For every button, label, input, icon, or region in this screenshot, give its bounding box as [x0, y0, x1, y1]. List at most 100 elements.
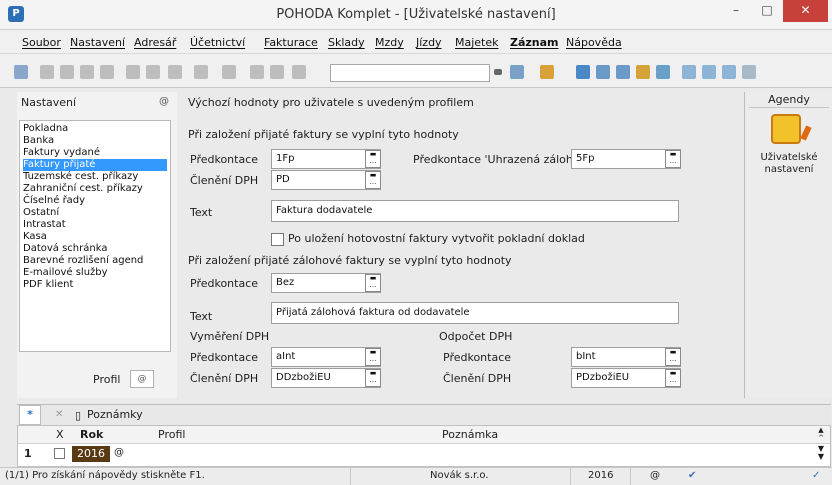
list-icon[interactable]: [702, 65, 716, 79]
cleneni-picker-icon[interactable]: ▬...: [365, 171, 381, 189]
menu-fakturace[interactable]: Fakturace: [264, 36, 318, 49]
row-checkbox[interactable]: [54, 448, 65, 459]
maximize-button[interactable]: □: [752, 0, 782, 22]
barcode-icon[interactable]: [656, 65, 670, 79]
zal-predkontace-picker-icon[interactable]: ▬...: [365, 274, 381, 292]
odpocet-heading: Odpočet DPH: [439, 330, 513, 343]
calc-icon[interactable]: [616, 65, 630, 79]
window-icon[interactable]: [682, 65, 696, 79]
hotovost-checkbox[interactable]: [271, 233, 284, 246]
mail-icon[interactable]: [100, 65, 114, 79]
menu-sklady[interactable]: Sklady: [328, 36, 365, 49]
status-separator: [350, 468, 351, 485]
settings-panel: Nastavení @ Pokladna Banka Faktury vydan…: [17, 92, 177, 398]
save-all-icon[interactable]: [270, 65, 284, 79]
menu-majetek[interactable]: Majetek: [455, 36, 499, 49]
odp-predkontace-label: Předkontace: [443, 351, 512, 364]
filter-icon[interactable]: [510, 65, 524, 79]
status-year: 2016: [588, 470, 614, 481]
open-icon[interactable]: [14, 65, 28, 79]
scroll-up-icon[interactable]: ▲ ^: [814, 426, 828, 442]
table-header: X Rok Profil Poznámka ▲ ^: [18, 426, 830, 444]
settings-item-kasa[interactable]: Kasa: [23, 231, 167, 243]
menu-napoveda[interactable]: Nápověda: [566, 36, 622, 49]
odp-cleneni-picker-icon[interactable]: ▬...: [665, 369, 681, 387]
settings-item-pokladna[interactable]: Pokladna: [23, 123, 167, 135]
status-separator: [570, 468, 571, 485]
menu-nastaveni[interactable]: Nastavení: [70, 36, 125, 49]
help-icon[interactable]: [126, 65, 140, 79]
table-row[interactable]: 1 2016 @ ▼ ▼: [18, 445, 830, 463]
col-rok[interactable]: Rok: [80, 428, 103, 441]
menu-adresar[interactable]: Adresář: [134, 36, 176, 49]
settings-icon[interactable]: [742, 65, 756, 79]
export-icon[interactable]: [80, 65, 94, 79]
settings-item-banka[interactable]: Banka: [23, 135, 167, 147]
settings-item-barevne[interactable]: Barevné rozlišení agend: [23, 255, 167, 267]
col-x[interactable]: X: [56, 428, 64, 441]
settings-list: Pokladna Banka Faktury vydané Faktury př…: [19, 120, 171, 352]
settings-item-emailove[interactable]: E-mailové služby: [23, 267, 167, 279]
vym-predkontace-picker-icon[interactable]: ▬...: [365, 348, 381, 366]
layout-icon[interactable]: [722, 65, 736, 79]
status-at: @: [650, 470, 660, 481]
new-icon[interactable]: [222, 65, 236, 79]
zal-text-input[interactable]: Přijatá zálohová faktura od dodavatele: [271, 302, 679, 324]
cleneni-label: Členění DPH: [190, 174, 259, 187]
settings-item-faktury-vydane[interactable]: Faktury vydané: [23, 147, 167, 159]
menu-mzdy[interactable]: Mzdy: [375, 36, 404, 49]
minimize-button[interactable]: –: [721, 0, 751, 22]
settings-item-intrastat[interactable]: Intrastat: [23, 219, 167, 231]
diamond-icon[interactable]: [576, 65, 590, 79]
print-icon[interactable]: [40, 65, 54, 79]
user-settings-icon[interactable]: [771, 114, 801, 144]
folder-icon[interactable]: [540, 65, 554, 79]
agendy-item-user-settings[interactable]: Uživatelské nastavení: [751, 152, 827, 176]
settings-item-ostatni[interactable]: Ostatní: [23, 207, 167, 219]
uhrazena-picker-icon[interactable]: ▬...: [665, 150, 681, 168]
save-icon[interactable]: [250, 65, 264, 79]
tab-poznamky[interactable]: Poznámky: [87, 408, 143, 421]
vym-cleneni-picker-icon[interactable]: ▬...: [365, 369, 381, 387]
prev-icon[interactable]: [168, 65, 182, 79]
settings-item-datova-schranka[interactable]: Datová schránka: [23, 243, 167, 255]
zal-text-label: Text: [190, 310, 213, 323]
menu-jizdy[interactable]: Jízdy: [416, 36, 442, 49]
settings-item-tuzemske[interactable]: Tuzemské cest. příkazy: [23, 171, 167, 183]
note-icon: ▯: [75, 409, 82, 422]
back-icon[interactable]: [194, 65, 208, 79]
predkontace-picker-icon[interactable]: ▬...: [365, 150, 381, 168]
chart-icon[interactable]: ✕: [55, 409, 67, 421]
vymereni-heading: Vyměření DPH: [190, 330, 270, 343]
edit-icon[interactable]: [146, 65, 160, 79]
close-button[interactable]: ✕: [783, 0, 828, 22]
col-profil[interactable]: Profil: [158, 428, 185, 441]
profil-button[interactable]: @: [130, 370, 154, 388]
settings-item-ciselne-rady[interactable]: Číselné řady: [23, 195, 167, 207]
menu-soubor[interactable]: Soubor: [22, 36, 61, 49]
menu-ucetnictvi[interactable]: Účetnictví: [190, 36, 245, 49]
col-poznamka[interactable]: Poznámka: [442, 428, 498, 441]
quick-search-input[interactable]: [330, 64, 490, 82]
menu-bar: Soubor Nastavení Adresář Účetnictví Fakt…: [0, 30, 832, 54]
menu-zaznam[interactable]: Záznam: [510, 36, 559, 49]
status-ok-icon[interactable]: ✓: [812, 470, 820, 481]
dropdown-arrow-icon[interactable]: [494, 69, 502, 75]
row-rok[interactable]: 2016: [72, 446, 110, 462]
odp-predkontace-picker-icon[interactable]: ▬...: [665, 348, 681, 366]
predkontace-label: Předkontace: [190, 153, 259, 166]
odp-cleneni-label: Členění DPH: [443, 372, 512, 385]
row-profil[interactable]: @: [114, 447, 124, 458]
tab-star[interactable]: *: [19, 405, 41, 425]
settings-item-zahranicni[interactable]: Zahraniční cest. příkazy: [23, 183, 167, 195]
copy-icon[interactable]: [292, 65, 306, 79]
agendy-panel: Agendy Uživatelské nastavení: [744, 92, 832, 398]
grid-icon[interactable]: [596, 65, 610, 79]
settings-item-faktury-prijate[interactable]: Faktury přijaté: [23, 159, 167, 171]
settings-item-pdf[interactable]: PDF klient: [23, 279, 167, 291]
preview-icon[interactable]: [60, 65, 74, 79]
text-input[interactable]: Faktura dodavatele: [271, 200, 679, 222]
scroll-down-icon[interactable]: ▼ ▼: [814, 445, 828, 461]
pencil-icon: [800, 125, 812, 141]
users-icon[interactable]: [636, 65, 650, 79]
